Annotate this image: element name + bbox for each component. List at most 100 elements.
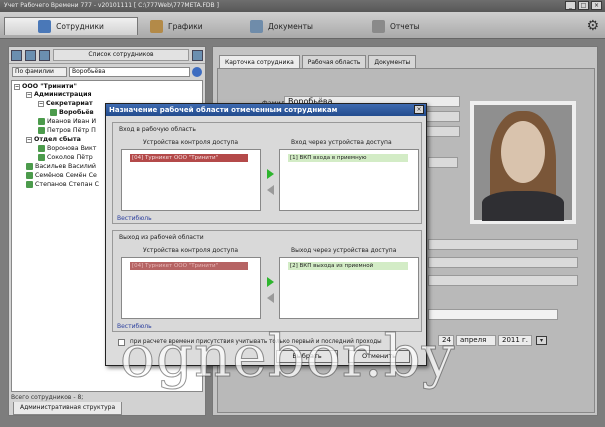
exit-devices-list[interactable]: [04] Турникет ООО "Тринити" [121,257,261,319]
tree-node[interactable]: Васильев Василий [26,163,96,170]
person-icon [38,145,45,152]
cancel-button[interactable]: Отменить [348,350,410,363]
person-icon [38,154,45,161]
tree-node-label: Отдел сбыта [34,136,81,143]
tree-node-label: Иванов Иван И [47,118,97,125]
exit-through-list[interactable]: [2] ВКП выхода из приемной [279,257,419,319]
person-icon [26,163,33,170]
entry-group: Вход в рабочую область Устройства контро… [112,122,422,224]
entry-through-list[interactable]: [1] ВКП входа в приемную [279,149,419,211]
list-title: Список сотрудников [53,49,189,61]
reports-icon [372,19,385,33]
calendar-icon[interactable]: ▾ [536,336,547,345]
tree-node[interactable]: − ООО "Тринити" [14,83,77,90]
gear-icon[interactable]: ⚙ [586,18,599,34]
tree-node[interactable]: − Секретариат [38,100,93,107]
tab-reports[interactable]: Отчеты [372,17,420,35]
employees-icon [38,20,52,33]
tree-node[interactable]: − Отдел сбыта [26,136,81,143]
tree-node-label: Администрация [34,91,92,98]
move-right-icon[interactable] [267,169,274,179]
assign-work-area-dialog: Назначение рабочей области отмеченным со… [105,103,427,366]
tab-schedules-label: Графики [168,21,203,31]
collapse-icon[interactable]: − [38,100,44,107]
search-row: По фамилии Воробьёва [9,66,205,78]
collapse-icon[interactable]: − [26,136,32,143]
date-day[interactable]: 24 [438,335,454,346]
info-field-1[interactable] [428,239,578,250]
entry-region-label: Вестибюль [117,215,152,222]
tree-node-label: Петров Пётр П [47,127,96,134]
list-item[interactable]: [2] ВКП выхода из приемной [288,262,408,270]
list-toolbar: Список сотрудников [9,47,205,64]
tree-node-label: ООО "Тринити" [22,83,77,90]
info-field-2[interactable] [428,257,578,268]
minimize-button[interactable]: _ [565,1,576,10]
tree-node[interactable]: Иванов Иван И [38,118,96,125]
first-last-pass-label: при расчете времени присутствия учитыват… [130,339,382,345]
close-window-button[interactable]: × [591,1,602,10]
dropdown-field[interactable] [428,309,558,320]
edit-employee-icon[interactable] [25,49,36,61]
tree-node-label: Семёнов Семён Се [35,172,97,179]
list-item[interactable]: [1] ВКП входа в приемную [288,154,408,162]
tree-node[interactable]: Семёнов Семён Се [26,172,97,179]
tab-admin-structure[interactable]: Административная структура [13,402,123,415]
move-left-icon[interactable] [267,185,274,195]
first-last-pass-checkbox[interactable] [118,339,125,346]
schedules-icon [150,19,163,33]
tree-node[interactable]: Петров Пётр П [38,127,96,134]
documents-icon [250,19,263,33]
person-icon [26,181,33,188]
tree-node[interactable]: Воронова Викт [38,145,96,152]
entry-through-header: Вход через устройства доступа [291,139,392,146]
collapse-icon[interactable]: − [26,91,32,98]
date-year[interactable]: 2011 г. [498,335,532,346]
search-mode-select[interactable]: По фамилии [12,67,67,77]
add-employee-icon[interactable] [11,49,22,61]
dialog-close-button[interactable]: × [414,105,424,114]
person-icon [38,127,45,134]
move-left-icon[interactable] [267,293,274,303]
employee-photo [470,101,576,224]
entry-devices-header: Устройства контроля доступа [143,139,239,146]
person-icon [26,172,33,179]
date-month[interactable]: апреля [456,335,496,346]
delete-employee-icon[interactable] [39,49,50,61]
search-icon[interactable] [192,67,202,77]
tab-documents-label: Документы [268,21,313,31]
tree-node[interactable]: Соколов Пётр [38,154,93,161]
list-item[interactable]: [04] Турникет ООО "Тринити" [130,154,248,162]
tree-node-label: Степанов Степан С [35,181,100,188]
photo-face [501,121,545,183]
search-input[interactable]: Воробьёва [69,67,190,77]
tab-employees-label: Сотрудники [56,22,104,31]
info-field-3[interactable] [428,275,578,286]
maximize-button[interactable]: □ [578,1,589,10]
employee-count: Всего сотрудников - 8; [11,394,84,401]
list-item[interactable]: [04] Турникет ООО "Тринити" [130,262,248,270]
exit-group: Выход из рабочей области Устройства конт… [112,230,422,332]
tree-node-label: Воробьёв [59,109,94,116]
top-navigation: Сотрудники Графики Документы Отчеты ⚙ [0,12,605,39]
tree-node[interactable]: Степанов Степан С [26,181,99,188]
tab-employees[interactable]: Сотрудники [4,17,138,35]
entry-devices-list[interactable]: [04] Турникет ООО "Тринити" [121,149,261,211]
tab-schedules[interactable]: Графики [150,17,203,35]
window-title: Учет Рабочего Времени 777 - v20101111 [ … [4,2,219,9]
person-icon [50,109,57,116]
refresh-icon[interactable] [192,49,203,61]
tree-node[interactable]: − Администрация [26,91,92,98]
tree-node-label: Воронова Викт [47,145,97,152]
exit-region-label: Вестибюль [117,323,152,330]
select-button[interactable]: Выбрать [276,350,338,363]
move-right-icon[interactable] [267,277,274,287]
tree-node[interactable]: Воробьёв [50,109,94,116]
tree-node-label: Секретариат [46,100,93,107]
select-field[interactable] [428,157,458,168]
collapse-icon[interactable]: − [14,83,20,90]
exit-through-header: Выход через устройства доступа [291,247,397,254]
tab-documents[interactable]: Документы [250,17,313,35]
window-titlebar: Учет Рабочего Времени 777 - v20101111 [ … [0,0,605,12]
person-icon [38,118,45,125]
